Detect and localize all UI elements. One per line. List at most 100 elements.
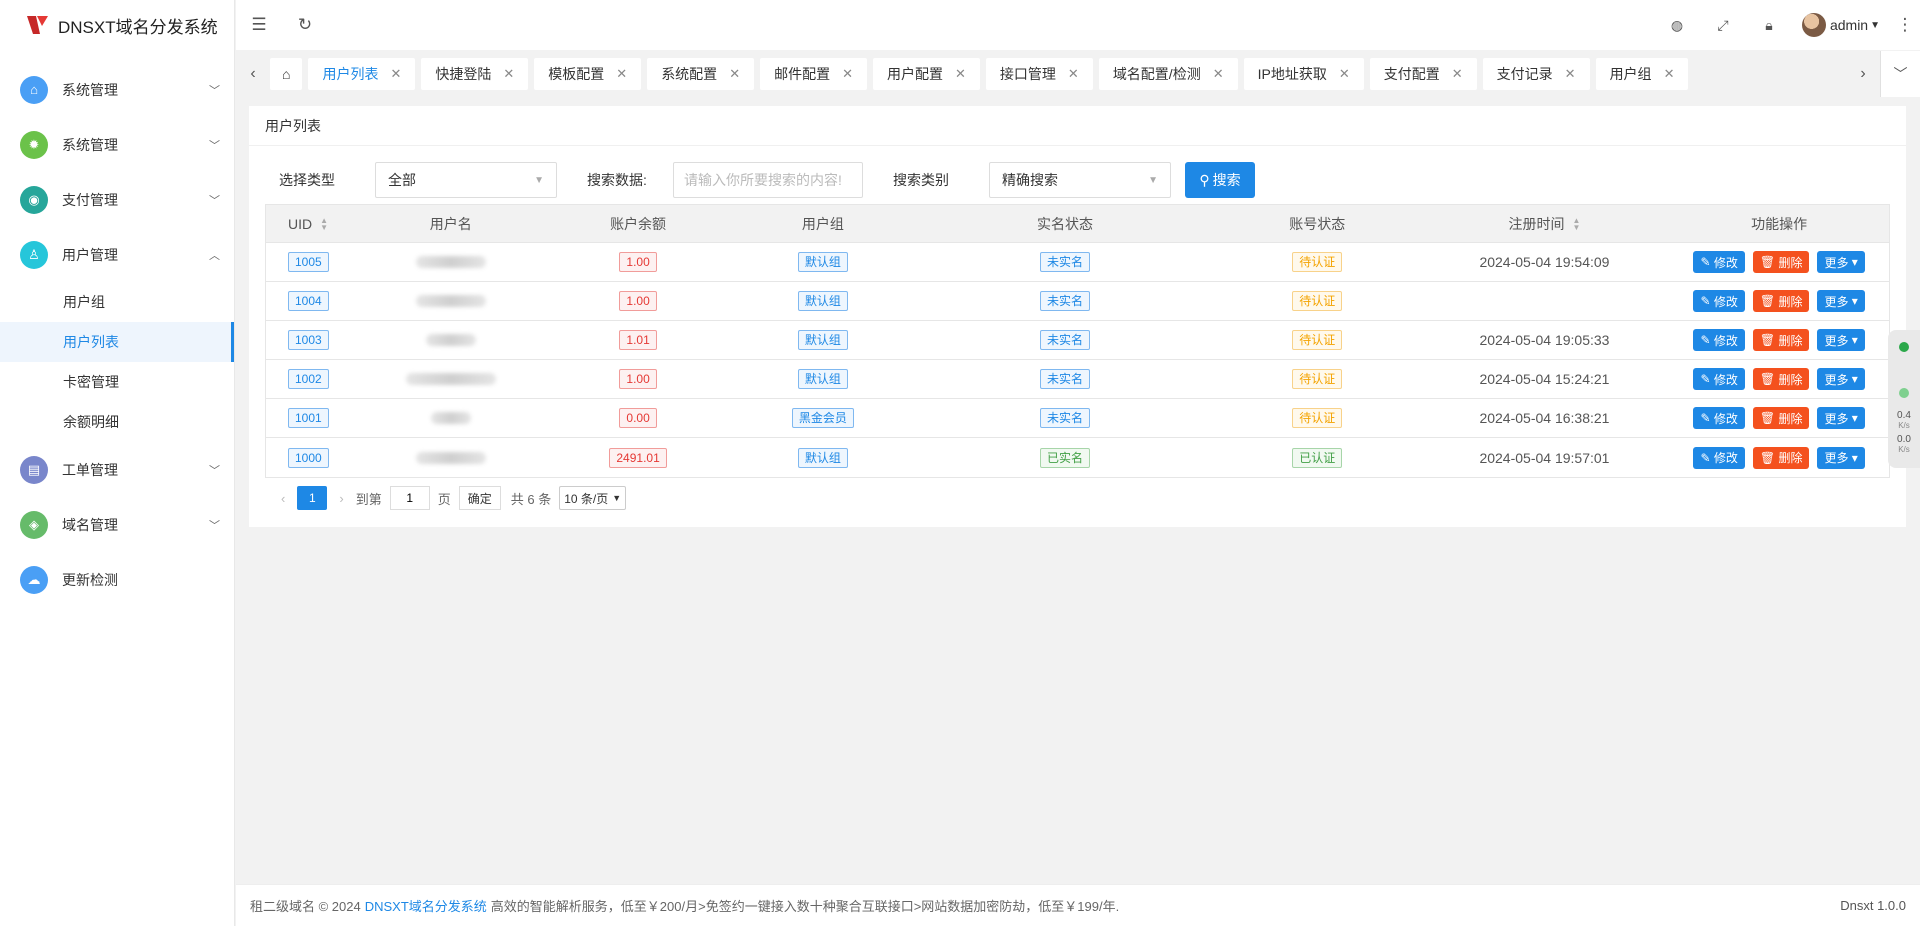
more-button[interactable]: 更多 ▾ (1817, 368, 1865, 390)
close-icon[interactable]: ✕ (842, 66, 853, 82)
sidebar-item-system-2[interactable]: ✹ 系统管理 ﹀ (0, 117, 234, 172)
close-icon[interactable]: ✕ (1068, 66, 1079, 82)
username-redacted (415, 256, 486, 268)
sort-icon[interactable]: ▲ ▼ (1572, 216, 1580, 231)
close-icon[interactable]: ✕ (1213, 66, 1224, 82)
close-icon[interactable]: ✕ (503, 66, 514, 82)
user-menu[interactable]: admin ▼ (1792, 13, 1890, 37)
delete-button[interactable]: 🗑︎ 删除 (1752, 407, 1810, 429)
close-icon[interactable]: ✕ (1664, 66, 1675, 82)
delete-button[interactable]: 🗑︎ 删除 (1752, 446, 1810, 469)
tab-template-config[interactable]: 模板配置 ✕ (534, 58, 642, 90)
close-icon[interactable]: ✕ (616, 66, 627, 82)
edit-button[interactable]: ✎ 修改 (1693, 251, 1745, 273)
more-button[interactable]: 更多 ▾ (1817, 329, 1865, 351)
trash-icon: 🗑︎ (1759, 450, 1779, 465)
sidebar-item-payment[interactable]: ◉ 支付管理 ﹀ (0, 172, 234, 227)
edit-button[interactable]: ✎ 修改 (1693, 446, 1745, 469)
tab-domain-config[interactable]: 域名配置/检测 ✕ (1098, 58, 1238, 90)
tabs-bar: ‹ ⌂ 用户列表 ✕ 快捷登陆 ✕ 模板配置 ✕ 系统配置 ✕ 邮件配置 ✕ 用户配置 ✕ … (236, 51, 1920, 97)
more-button[interactable]: 更多 ▾ (1817, 251, 1865, 273)
edit-button[interactable]: ✎ 修改 (1693, 290, 1745, 312)
category-select[interactable]: 精确搜索 ▼ (989, 162, 1171, 198)
logo-icon (27, 16, 48, 34)
user-list-card: 用户列表 选择类型 全部 ▼ 搜索数据: 搜索类别 精确搜索 ▼ ⚲ 搜索 UI… (249, 106, 1906, 527)
sidebar-item-label: 域名管理 (62, 516, 118, 533)
menu-toggle-icon[interactable]: ☰ (236, 0, 282, 50)
tab-pay-config[interactable]: 支付配置 ✕ (1369, 58, 1477, 90)
tab-ip-address[interactable]: IP地址获取 ✕ (1243, 58, 1364, 90)
sort-icon[interactable]: ▲ ▼ (320, 216, 328, 231)
tab-user-config[interactable]: 用户配置 ✕ (873, 58, 980, 90)
tab-quick-login[interactable]: 快捷登陆 ✕ (421, 58, 529, 90)
edit-button[interactable]: ✎ 修改 (1693, 329, 1745, 351)
tab-api-manage[interactable]: 接口管理 ✕ (985, 58, 1093, 90)
sidebar-item-tickets[interactable]: ▤ 工单管理 ﹀ (0, 442, 234, 497)
more-button[interactable]: 更多 ▾ (1817, 407, 1865, 429)
more-label: 更多 (1824, 294, 1849, 309)
uid-badge: 1004 (288, 291, 329, 311)
lock-icon[interactable]: 🔒︎ (1746, 0, 1792, 50)
close-icon[interactable]: ✕ (729, 66, 740, 82)
edit-button[interactable]: ✎ 修改 (1693, 368, 1745, 390)
uid-badge: 1000 (288, 447, 329, 468)
data-label: 搜索数据: (587, 172, 647, 188)
prev-page-icon[interactable]: ‹ (281, 491, 285, 506)
edit-button[interactable]: ✎ 修改 (1693, 407, 1745, 429)
globe-icon[interactable]: ◍ (1654, 0, 1700, 50)
page-unit: 页 (437, 491, 451, 507)
tab-system-config[interactable]: 系统配置 ✕ (647, 58, 755, 90)
refresh-icon[interactable]: ↻ (282, 0, 328, 50)
sidebar-subitem-card-keys[interactable]: 卡密管理 (0, 362, 234, 402)
next-page-icon[interactable]: › (339, 491, 343, 506)
sidebar-subitem-balance[interactable]: 余额明细 (0, 402, 234, 442)
tab-mail-config[interactable]: 邮件配置 ✕ (760, 58, 867, 90)
pencil-icon: ✎ (1700, 372, 1714, 386)
tab-label: 接口管理 (999, 66, 1056, 82)
goto-page-input[interactable] (389, 486, 430, 510)
close-icon[interactable]: ✕ (1565, 66, 1576, 82)
delete-button[interactable]: 🗑︎ 删除 (1752, 329, 1810, 351)
footer-link[interactable]: DNSXT域名分发系统 (365, 896, 487, 915)
tabs-scroll-left-icon[interactable]: ‹ (236, 51, 270, 97)
table-row: 1003 1.01 默认组 未实名 待认证 2024-05-04 19:05:3… (266, 321, 1889, 360)
search-input[interactable] (673, 162, 863, 198)
more-vertical-icon[interactable]: ⋮ (1890, 0, 1920, 50)
page-size-select[interactable]: 10 条/页 ▼ (559, 486, 627, 510)
sidebar-item-update[interactable]: ☁ 更新检测 (0, 552, 234, 607)
close-icon[interactable]: ✕ (955, 66, 966, 82)
more-button[interactable]: 更多 ▾ (1817, 446, 1865, 469)
delete-label: 删除 (1778, 411, 1803, 426)
realname-badge: 未实名 (1040, 408, 1091, 428)
uid-badge: 1005 (288, 252, 329, 272)
tab-user-group[interactable]: 用户组 ✕ (1595, 58, 1689, 90)
col-reg-time[interactable]: 注册时间 ▲ ▼ (1420, 214, 1670, 234)
sidebar-item-domains[interactable]: ◈ 域名管理 ﹀ (0, 497, 234, 552)
sidebar-item-label: 更新检测 (62, 571, 118, 588)
delete-button[interactable]: 🗑︎ 删除 (1752, 251, 1810, 273)
tab-pay-records[interactable]: 支付记录 ✕ (1482, 58, 1590, 90)
network-speed-widget[interactable]: 0.4 K/s 0.0 K/s (1888, 330, 1920, 468)
more-button[interactable]: 更多 ▾ (1817, 290, 1865, 312)
tab-home[interactable]: ⌂ (270, 58, 303, 90)
tabs-menu-chevron-icon[interactable]: ﹀ (1880, 51, 1920, 97)
tab-user-list[interactable]: 用户列表 ✕ (308, 58, 416, 90)
search-button[interactable]: ⚲ 搜索 (1185, 162, 1255, 198)
page-current[interactable]: 1 (297, 486, 328, 510)
type-select[interactable]: 全部 ▼ (375, 162, 557, 198)
sidebar-item-system-1[interactable]: ⌂ 系统管理 ﹀ (0, 62, 234, 117)
sidebar-subitem-user-group[interactable]: 用户组 (0, 282, 234, 322)
caret-down-icon: ▾ (1848, 411, 1858, 425)
sidebar-subitem-user-list[interactable]: 用户列表 (0, 322, 234, 362)
close-icon[interactable]: ✕ (390, 66, 401, 82)
sidebar-item-users[interactable]: ♙ 用户管理 ︿ (0, 227, 234, 282)
goto-confirm-button[interactable]: 确定 (458, 486, 501, 510)
app-logo[interactable]: DNSXT域名分发系统 (0, 0, 234, 50)
delete-button[interactable]: 🗑︎ 删除 (1752, 290, 1810, 312)
delete-button[interactable]: 🗑︎ 删除 (1752, 368, 1810, 390)
close-icon[interactable]: ✕ (1452, 66, 1463, 82)
fullscreen-icon[interactable]: ⤢ (1700, 0, 1746, 50)
col-uid[interactable]: UID ▲ ▼ (266, 216, 356, 232)
tabs-scroll-right-icon[interactable]: › (1846, 51, 1880, 97)
close-icon[interactable]: ✕ (1339, 66, 1350, 82)
